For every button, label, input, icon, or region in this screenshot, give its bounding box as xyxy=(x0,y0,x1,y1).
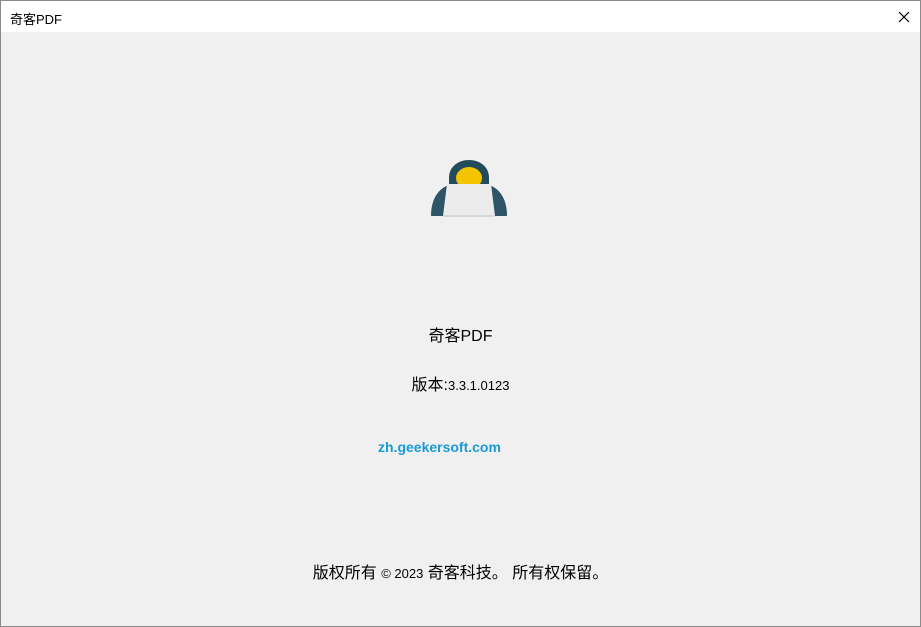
title-bar: 奇客PDF xyxy=(1,1,920,32)
close-button[interactable] xyxy=(888,1,920,32)
copyright-suffix: 奇客科技。 所有权保留。 xyxy=(423,565,609,582)
about-window: 奇客PDF 奇客PDF 版本:3.3.1.0123 zh.geekersoft.… xyxy=(0,0,921,627)
copyright-prefix: 版权所有 xyxy=(312,565,382,582)
app-name: 奇客PDF xyxy=(428,328,493,345)
copyright-year: © 2023 xyxy=(381,566,424,581)
hacker-avatar-icon xyxy=(431,160,507,217)
close-icon xyxy=(898,11,910,22)
window-title: 奇客PDF xyxy=(10,12,63,27)
website-link[interactable]: zh.geekersoft.com xyxy=(378,439,501,455)
version-number: 3.3.1.0123 xyxy=(448,378,510,393)
copyright-text: 版权所有 © 2023 奇客科技。 所有权保留。 xyxy=(1,559,920,583)
version-line: 版本:3.3.1.0123 xyxy=(1,371,920,395)
version-label: 版本: xyxy=(411,377,448,394)
